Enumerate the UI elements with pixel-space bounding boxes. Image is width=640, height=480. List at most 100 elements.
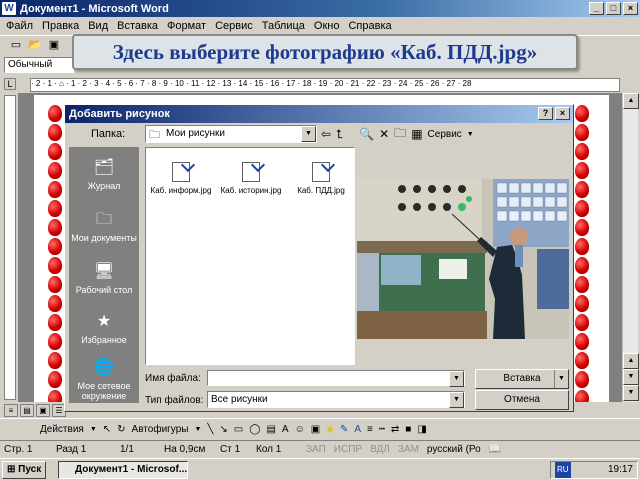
scroll-down-button[interactable]: ▼	[623, 385, 639, 401]
status-rec[interactable]: ЗАП	[302, 444, 330, 455]
views-icon[interactable]: ▦	[411, 127, 422, 141]
apple-decoration	[48, 257, 62, 274]
menu-view[interactable]: Вид	[88, 20, 108, 32]
apple-decoration	[575, 257, 589, 274]
place-network[interactable]: 🌐 Мое сетевое окружение	[69, 357, 139, 401]
new-folder-icon[interactable]: 🗀	[394, 124, 406, 145]
status-bar: Стр. 1 Разд 1 1/1 На 0,9см Ст 1 Кол 1 ЗА…	[0, 440, 640, 458]
clipart-icon[interactable]: ☺	[295, 424, 305, 435]
place-history-label: Журнал	[87, 181, 121, 191]
menu-format[interactable]: Формат	[167, 20, 206, 32]
new-document-icon[interactable]: ▭	[8, 38, 24, 53]
style-combo[interactable]: Обычный	[4, 57, 74, 73]
apple-decoration	[48, 333, 62, 350]
filename-input[interactable]: ▼	[207, 370, 465, 387]
font-color-icon[interactable]: A	[354, 424, 361, 435]
language-indicator[interactable]: RU	[555, 462, 571, 478]
scroll-up-button[interactable]: ▲	[623, 93, 639, 109]
actions-chevron-icon[interactable]: ▼	[90, 426, 97, 433]
menu-table[interactable]: Таблица	[262, 20, 305, 32]
scroll-up-small-button[interactable]: ▲	[623, 353, 639, 369]
3d-icon[interactable]: ◨	[417, 424, 426, 435]
close-button[interactable]: ×	[623, 2, 638, 15]
tab-selector[interactable]: L	[4, 78, 16, 90]
status-trk[interactable]: ИСПР	[330, 444, 366, 455]
search-web-icon[interactable]: 🔍	[359, 127, 374, 141]
arrow-icon[interactable]: ↘	[219, 424, 227, 435]
look-in-label: Папка:	[91, 128, 126, 140]
print-view-button[interactable]: ▣	[36, 403, 50, 417]
actions-menu[interactable]: Действия	[40, 424, 84, 435]
open-folder-icon[interactable]: 📂	[27, 38, 43, 53]
apple-decoration	[575, 105, 589, 122]
status-line: Ст 1	[220, 444, 241, 455]
file-list[interactable]: Каб. информ.jpg Каб. историн.jpg Каб. ПД…	[145, 147, 355, 365]
free-rotate-icon[interactable]: ↻	[117, 424, 125, 435]
dialog-close-button[interactable]: ×	[555, 107, 570, 120]
taskbar-word-item[interactable]: Документ1 - Microsof...	[58, 460, 188, 479]
menu-window[interactable]: Окно	[314, 20, 340, 32]
apple-decoration	[575, 124, 589, 141]
textbox-icon[interactable]: ▤	[266, 424, 275, 435]
scroll-down-small-button[interactable]: ▼	[623, 369, 639, 385]
up-folder-icon[interactable]: ⮤	[336, 127, 343, 142]
apple-decoration	[48, 238, 62, 255]
start-button[interactable]: ⊞ Пуск	[2, 460, 46, 479]
dash-style-icon[interactable]: ┅	[379, 424, 385, 435]
oval-icon[interactable]: ◯	[249, 424, 260, 435]
menu-edit[interactable]: Правка	[42, 20, 79, 32]
insert-button[interactable]: Вставка ▼	[475, 369, 569, 389]
file-item[interactable]: Каб. информ.jpg	[146, 162, 216, 195]
place-history[interactable]: 🗂 Журнал	[69, 157, 139, 191]
back-arrow-icon[interactable]: ⇦	[321, 127, 331, 141]
look-in-combo[interactable]: 🗀 Мои рисунки ▼	[145, 125, 317, 143]
rectangle-icon[interactable]: ▭	[234, 424, 243, 435]
place-favorites[interactable]: ★ Избранное	[69, 311, 139, 345]
web-view-button[interactable]: ▤	[20, 403, 34, 417]
cancel-button[interactable]: Отмена	[475, 390, 569, 410]
file-name: Каб. информ.jpg	[150, 186, 212, 195]
menu-help[interactable]: Справка	[348, 20, 391, 32]
vertical-scrollbar[interactable]: ▲ ▲ ▼ ▼	[622, 93, 639, 402]
autoshapes-chevron-icon[interactable]: ▼	[194, 426, 201, 433]
menu-tools[interactable]: Сервис	[215, 20, 253, 32]
delete-icon[interactable]: ✕	[379, 127, 389, 141]
file-item[interactable]: Каб. историн.jpg	[216, 162, 286, 195]
insert-chevron-icon[interactable]: ▼	[554, 370, 568, 388]
horizontal-ruler[interactable]: · 2 · 1 · ⌂ · 1 · 2 · 3 · 4 · 5 · 6 · 7 …	[30, 78, 620, 92]
tools-menu[interactable]: Сервис	[428, 129, 462, 140]
minimize-button[interactable]: _	[589, 2, 604, 15]
shadow-icon[interactable]: ■	[405, 424, 411, 435]
filetype-combo[interactable]: Все рисунки ▼	[207, 391, 465, 408]
line-style-icon[interactable]: ≡	[367, 424, 373, 435]
insert-picture-icon[interactable]: ▣	[311, 424, 320, 435]
folder-icon: 🗀	[149, 129, 160, 141]
line-icon[interactable]: ╲	[207, 424, 213, 435]
menu-insert[interactable]: Вставка	[117, 20, 158, 32]
save-icon[interactable]: ▣	[46, 38, 62, 53]
apple-decoration	[48, 105, 62, 122]
normal-view-button[interactable]: ≡	[4, 403, 18, 417]
dialog-help-button[interactable]: ?	[538, 107, 553, 120]
line-color-icon[interactable]: ✎	[340, 424, 348, 435]
chevron-down-icon[interactable]: ▼	[301, 126, 316, 142]
tools-chevron-icon[interactable]: ▼	[467, 131, 474, 138]
fill-color-icon[interactable]: ◈	[326, 424, 334, 435]
file-item[interactable]: Каб. ПДД.jpg	[286, 162, 356, 195]
vertical-ruler[interactable]	[4, 95, 16, 400]
menu-file[interactable]: Файл	[6, 20, 33, 32]
select-pointer-icon[interactable]: ↖	[103, 424, 111, 435]
apple-decoration	[575, 200, 589, 217]
arrow-style-icon[interactable]: ⇄	[391, 424, 399, 435]
status-ext[interactable]: ВДЛ	[366, 444, 394, 455]
spelling-icon[interactable]: 📖	[485, 444, 505, 455]
place-desktop[interactable]: 🖥 Рабочий стол	[69, 261, 139, 295]
apple-decoration	[575, 371, 589, 388]
place-my-documents[interactable]: 🗀 Мои документы	[69, 209, 139, 243]
maximize-button[interactable]: □	[606, 2, 621, 15]
filename-chevron-icon[interactable]: ▼	[449, 371, 464, 387]
autoshapes-menu[interactable]: Автофигуры	[132, 424, 189, 435]
status-ovr[interactable]: ЗАМ	[394, 444, 423, 455]
wordart-icon[interactable]: A	[282, 424, 289, 435]
filetype-chevron-icon[interactable]: ▼	[449, 392, 464, 408]
